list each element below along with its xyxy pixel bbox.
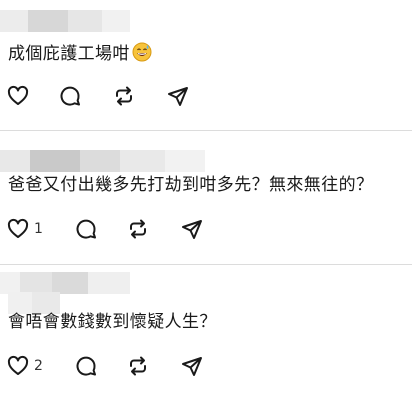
share-button[interactable] <box>166 84 190 108</box>
like-button[interactable] <box>6 84 30 108</box>
repost-icon <box>130 356 146 376</box>
share-icon <box>182 357 202 376</box>
comment-text: 爸爸又付出幾多先打劫到咁多先？無來無往的？ <box>8 175 374 195</box>
repost-icon <box>130 219 146 239</box>
heart-icon <box>7 218 29 238</box>
repost-button[interactable] <box>112 84 136 108</box>
like-button[interactable]: 1 <box>6 217 43 241</box>
comment-item: 會唔會數錢數到懷疑人生？ 2 <box>0 264 412 406</box>
author-name-blurred[interactable] <box>0 10 130 32</box>
comment-icon <box>76 219 96 239</box>
share-icon <box>182 220 202 239</box>
comment-text: 會唔會數錢數到懷疑人生？ <box>8 312 217 332</box>
author-name-blurred[interactable] <box>0 272 130 294</box>
like-count: 1 <box>34 221 43 237</box>
heart-icon <box>7 85 29 105</box>
repost-button[interactable] <box>126 354 150 378</box>
heart-icon <box>7 355 29 375</box>
reply-button[interactable] <box>74 217 98 241</box>
comment-actions: 2 <box>6 354 266 378</box>
repost-icon <box>116 86 132 106</box>
repost-button[interactable] <box>126 217 150 241</box>
comment-actions <box>6 84 266 108</box>
like-button[interactable]: 2 <box>6 354 43 378</box>
reply-button[interactable] <box>74 354 98 378</box>
comment-actions: 1 <box>6 217 266 241</box>
comment-icon <box>76 356 96 376</box>
comment-item: 爸爸又付出幾多先打劫到咁多先？無來無往的？ 1 <box>0 130 412 265</box>
share-icon <box>168 87 188 106</box>
comment-text-content: 成個庇護工場咁 <box>8 44 130 64</box>
comment-item: 成個庇護工場咁 <box>0 0 412 131</box>
comment-text: 成個庇護工場咁 <box>8 42 152 68</box>
author-name-blurred[interactable] <box>0 150 205 172</box>
like-count: 2 <box>34 358 43 374</box>
share-button[interactable] <box>180 217 204 241</box>
share-button[interactable] <box>180 354 204 378</box>
reply-button[interactable] <box>58 84 82 108</box>
comment-icon <box>60 86 80 106</box>
grinning-sweat-emoji-icon <box>132 42 152 68</box>
